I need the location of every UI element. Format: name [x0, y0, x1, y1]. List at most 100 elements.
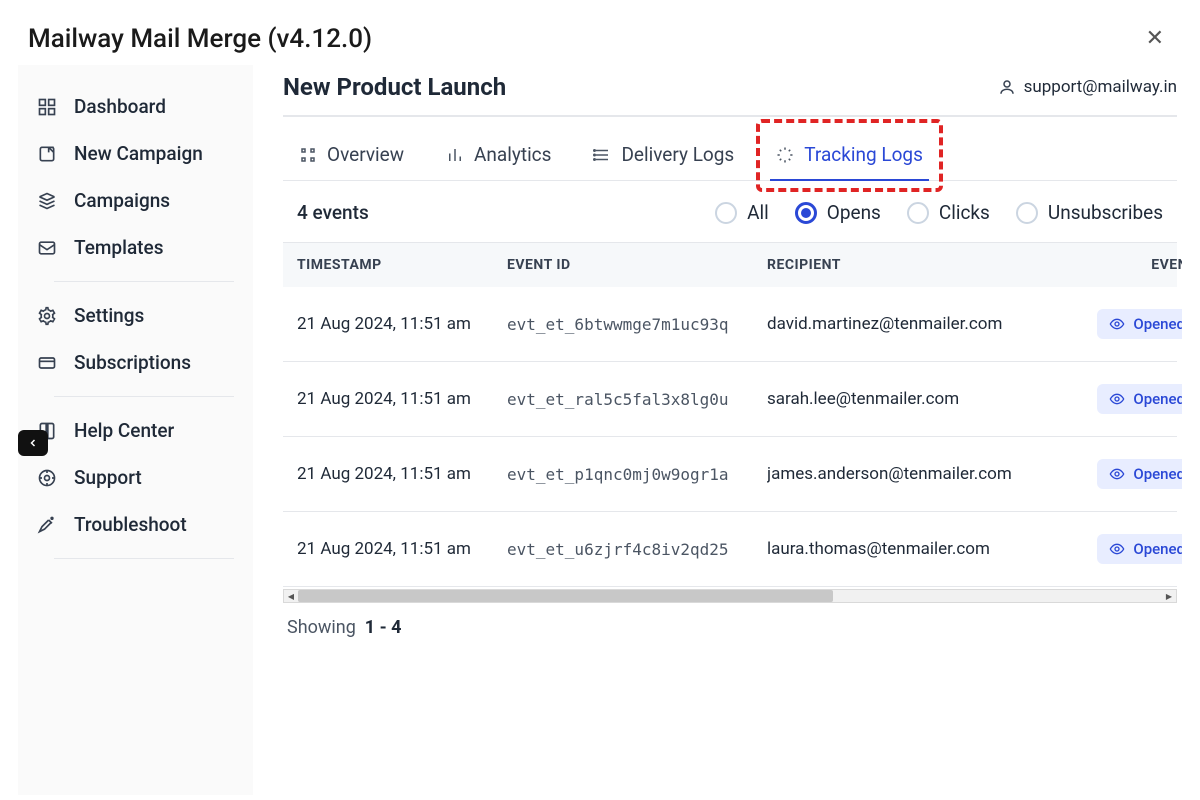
- filter-radio-clicks[interactable]: Clicks: [907, 201, 990, 224]
- radio-icon: [715, 202, 737, 224]
- eye-icon: [1109, 391, 1125, 407]
- event-badge-opened: Opened: [1097, 459, 1182, 489]
- sidebar-item-new-campaign[interactable]: New Campaign: [18, 130, 252, 177]
- eye-icon: [1109, 541, 1125, 557]
- templates-icon: [36, 237, 58, 259]
- sidebar-item-label: Dashboard: [74, 95, 166, 118]
- overview-icon: [299, 146, 317, 164]
- subscriptions-icon: [36, 352, 58, 374]
- sidebar-item-label: Settings: [74, 304, 144, 327]
- delivery-icon: [593, 146, 611, 164]
- radio-label: Clicks: [939, 201, 990, 224]
- sidebar-item-label: Templates: [74, 236, 163, 259]
- col-timestamp[interactable]: TIMESTAMP: [297, 257, 507, 273]
- event-badge-opened: Opened: [1097, 384, 1182, 414]
- scroll-left-icon[interactable]: ◀: [284, 590, 298, 602]
- support-icon: [36, 467, 58, 489]
- sidebar: DashboardNew CampaignCampaignsTemplates …: [18, 65, 253, 795]
- cell-event-id: evt_et_u6zjrf4c8iv2qd25: [507, 540, 767, 559]
- tab-analytics[interactable]: Analytics: [440, 135, 557, 180]
- eye-icon: [1109, 466, 1125, 482]
- sidebar-item-campaigns[interactable]: Campaigns: [18, 177, 252, 224]
- cell-recipient: james.anderson@tenmailer.com: [767, 464, 1067, 484]
- app-title: Mailway Mail Merge (v4.12.0): [28, 24, 372, 54]
- tracking-table: TIMESTAMP EVENT ID RECIPIENT EVENT 21 Au…: [283, 242, 1177, 603]
- event-badge-label: Opened: [1133, 465, 1182, 483]
- new-campaign-icon: [36, 143, 58, 165]
- tracking-icon: [776, 146, 794, 164]
- sidebar-item-subscriptions[interactable]: Subscriptions: [18, 339, 252, 386]
- tab-tracking-logs[interactable]: Tracking Logs: [770, 135, 929, 180]
- cell-timestamp: 21 Aug 2024, 11:51 am: [297, 314, 507, 334]
- sidebar-item-templates[interactable]: Templates: [18, 224, 252, 271]
- sidebar-item-support[interactable]: Support: [18, 454, 252, 501]
- tab-label: Delivery Logs: [621, 143, 734, 166]
- radio-icon: [907, 202, 929, 224]
- event-badge-opened: Opened: [1097, 534, 1182, 564]
- sidebar-item-label: New Campaign: [74, 142, 203, 165]
- sidebar-item-label: Support: [74, 466, 142, 489]
- tab-label: Tracking Logs: [804, 143, 923, 166]
- table-row: 21 Aug 2024, 11:51 amevt_et_u6zjrf4c8iv2…: [283, 512, 1177, 587]
- dashboard-icon: [36, 96, 58, 118]
- event-badge-label: Opened: [1133, 315, 1182, 333]
- cell-timestamp: 21 Aug 2024, 11:51 am: [297, 539, 507, 559]
- radio-label: Unsubscribes: [1048, 201, 1163, 224]
- horizontal-scrollbar[interactable]: ◀ ▶: [283, 589, 1177, 603]
- showing-range: Showing 1 - 4: [283, 603, 1177, 652]
- page-title: New Product Launch: [283, 73, 506, 101]
- scrollbar-thumb[interactable]: [298, 590, 833, 602]
- scroll-right-icon[interactable]: ▶: [1162, 590, 1176, 602]
- tab-overview[interactable]: Overview: [293, 135, 410, 180]
- tab-label: Overview: [327, 143, 404, 166]
- sidebar-item-label: Help Center: [74, 419, 174, 442]
- filter-radio-all[interactable]: All: [715, 201, 769, 224]
- radio-icon: [795, 202, 817, 224]
- sidebar-divider: [54, 396, 234, 397]
- event-filter-radios: All Opens Clicks Unsubscribes: [715, 201, 1163, 224]
- filter-radio-opens[interactable]: Opens: [795, 201, 881, 224]
- sidebar-item-label: Troubleshoot: [74, 513, 187, 536]
- main-content: New Product Launch support@mailway.in Ov…: [253, 65, 1182, 795]
- user-icon: [998, 78, 1016, 96]
- cell-event-id: evt_et_p1qnc0mj0w9ogr1a: [507, 465, 767, 484]
- event-badge-label: Opened: [1133, 540, 1182, 558]
- sidebar-divider: [54, 281, 234, 282]
- tab-label: Analytics: [474, 143, 551, 166]
- sidebar-item-help-center[interactable]: Help Center: [18, 407, 252, 454]
- sidebar-item-troubleshoot[interactable]: Troubleshoot: [18, 501, 252, 548]
- radio-icon: [1016, 202, 1038, 224]
- sidebar-item-settings[interactable]: Settings: [18, 292, 252, 339]
- sidebar-item-label: Subscriptions: [74, 351, 191, 374]
- cell-timestamp: 21 Aug 2024, 11:51 am: [297, 389, 507, 409]
- cell-recipient: laura.thomas@tenmailer.com: [767, 539, 1067, 559]
- sidebar-collapse-handle[interactable]: [18, 430, 48, 456]
- cell-recipient: david.martinez@tenmailer.com: [767, 314, 1067, 334]
- user-email: support@mailway.in: [1024, 77, 1177, 97]
- col-recipient[interactable]: RECIPIENT: [767, 257, 1067, 273]
- cell-event-id: evt_et_6btwwmge7m1uc93q: [507, 315, 767, 334]
- sidebar-item-dashboard[interactable]: Dashboard: [18, 83, 252, 130]
- close-icon[interactable]: ✕: [1138, 22, 1172, 55]
- col-event-id[interactable]: EVENT ID: [507, 257, 767, 273]
- cell-event-id: evt_et_ral5c5fal3x8lg0u: [507, 390, 767, 409]
- event-badge-opened: Opened: [1097, 309, 1182, 339]
- radio-label: All: [747, 201, 769, 224]
- tab-delivery-logs[interactable]: Delivery Logs: [587, 135, 740, 180]
- table-row: 21 Aug 2024, 11:51 amevt_et_ral5c5fal3x8…: [283, 362, 1177, 437]
- eye-icon: [1109, 316, 1125, 332]
- event-count: 4 events: [297, 201, 369, 224]
- cell-timestamp: 21 Aug 2024, 11:51 am: [297, 464, 507, 484]
- event-badge-label: Opened: [1133, 390, 1182, 408]
- radio-label: Opens: [827, 201, 881, 224]
- user-chip[interactable]: support@mailway.in: [998, 77, 1177, 97]
- col-event[interactable]: EVENT: [1067, 257, 1182, 273]
- sidebar-item-label: Campaigns: [74, 189, 170, 212]
- campaigns-icon: [36, 190, 58, 212]
- tabs: Overview Analytics Delivery Logs Tracking L…: [283, 117, 1177, 181]
- filter-radio-unsubscribes[interactable]: Unsubscribes: [1016, 201, 1163, 224]
- settings-icon: [36, 305, 58, 327]
- troubleshoot-icon: [36, 514, 58, 536]
- table-row: 21 Aug 2024, 11:51 amevt_et_p1qnc0mj0w9o…: [283, 437, 1177, 512]
- sidebar-divider: [54, 558, 234, 559]
